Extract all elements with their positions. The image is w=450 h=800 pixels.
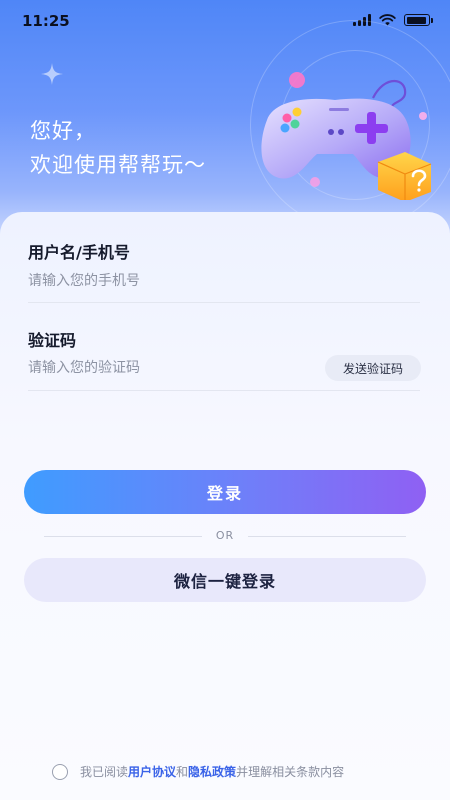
agreement-row: 我已阅读 用户协议 和 隐私政策 并理解相关条款内容	[52, 763, 344, 780]
username-divider	[28, 302, 420, 303]
gamepad-grille	[329, 108, 349, 111]
gamepad-dpad-horizontal	[355, 124, 388, 133]
decor-bubble	[310, 177, 320, 187]
username-input[interactable]	[28, 266, 420, 296]
gamepad-button-pink	[282, 113, 292, 123]
privacy-policy-link[interactable]: 隐私政策	[188, 763, 236, 780]
wechat-login-button[interactable]: 微信一键登录	[24, 558, 426, 602]
sparkle-icon	[41, 63, 63, 85]
agreement-and: 和	[176, 765, 189, 779]
battery-icon	[404, 14, 433, 26]
battery-fill	[406, 16, 427, 24]
gamepad-button-blue	[280, 123, 290, 133]
agreement-prefix: 我已阅读	[80, 765, 129, 779]
greeting-line-1: 您好，	[30, 119, 96, 143]
gamepad-button-yellow	[292, 107, 302, 117]
status-time: 11:25	[22, 12, 70, 30]
user-agreement-link[interactable]: 用户协议	[128, 763, 176, 780]
decor-bubble-small	[419, 112, 427, 120]
gamepad-select	[328, 129, 334, 135]
greeting-line-2: 欢迎使用帮帮玩～	[30, 153, 206, 177]
gamepad-illustration	[261, 72, 432, 200]
login-screen: 11:25 您好， 欢迎使用帮帮玩～ 用户名/手机号 请输入您的手机号 验证码 …	[0, 0, 450, 800]
or-label: OR	[215, 529, 235, 542]
code-input[interactable]	[28, 353, 318, 383]
decor-bubble-pink	[289, 72, 305, 88]
username-label: 用户名/手机号	[28, 243, 130, 262]
send-code-button[interactable]: 发送验证码	[325, 355, 421, 381]
login-button[interactable]: 登录	[24, 470, 426, 514]
greeting: 您好， 欢迎使用帮帮玩～	[30, 114, 206, 182]
code-divider	[28, 390, 420, 391]
gamepad-start	[338, 129, 344, 135]
code-label: 验证码	[28, 331, 77, 350]
gamepad-button-green	[290, 119, 300, 129]
agreement-suffix: 并理解相关条款内容	[236, 765, 345, 779]
agreement-checkbox[interactable]	[52, 763, 68, 780]
